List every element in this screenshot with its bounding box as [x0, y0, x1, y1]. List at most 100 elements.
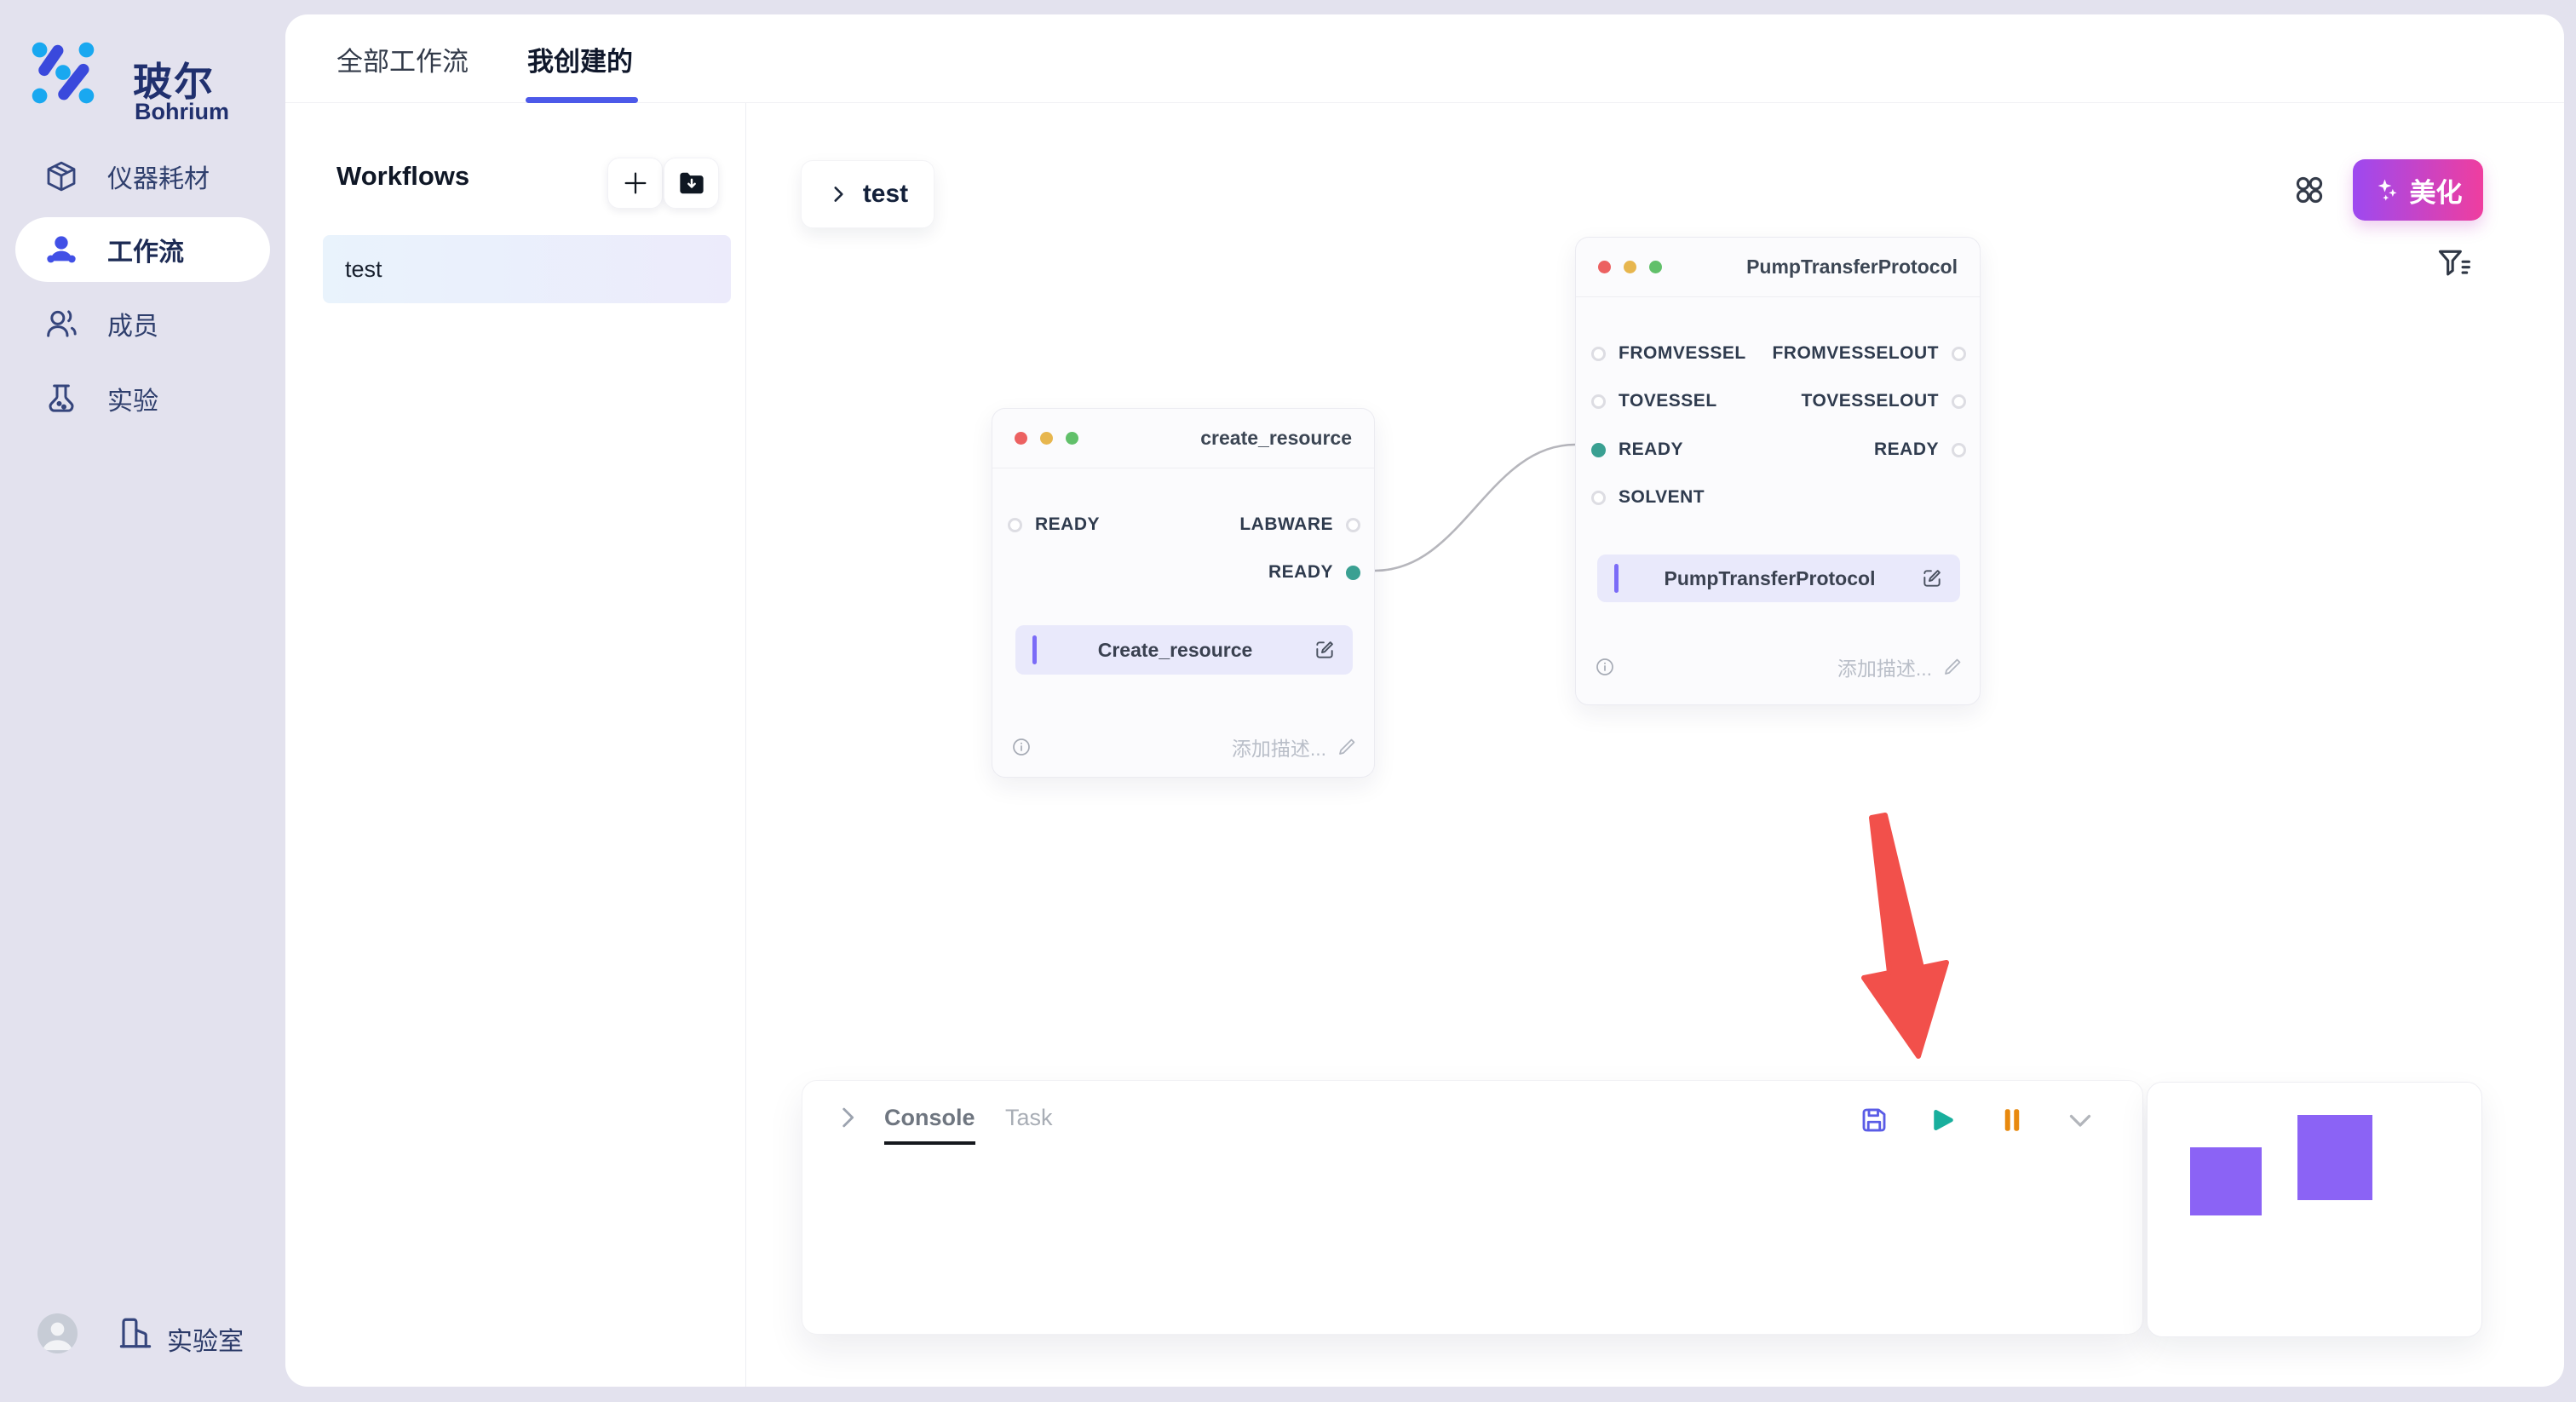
info-icon[interactable] — [1011, 737, 1032, 757]
flask-icon — [44, 382, 78, 416]
output-port-ready[interactable]: READY — [1874, 437, 1966, 463]
port-handle[interactable] — [1346, 518, 1360, 532]
add-description[interactable]: 添加描述... — [1232, 733, 1357, 761]
traffic-dot-red — [1015, 432, 1027, 445]
port-handle[interactable] — [1952, 443, 1966, 457]
node-title: create_resource — [1200, 427, 1352, 450]
port-handle[interactable] — [1591, 347, 1606, 361]
sidebar-item-instruments[interactable]: 仪器耗材 — [0, 150, 285, 203]
workflow-list-item-test[interactable]: test — [323, 235, 731, 303]
node-header: create_resource — [992, 409, 1374, 468]
node-footer: 添加描述... — [1011, 733, 1357, 761]
port-handle[interactable] — [1952, 394, 1966, 409]
traffic-dot-yellow — [1040, 432, 1053, 445]
output-port-labware[interactable]: LABWARE — [1239, 512, 1360, 537]
node-header: PumpTransferProtocol — [1576, 238, 1980, 297]
filter-icon — [2435, 245, 2473, 283]
brand-name-en: Bohrium — [135, 99, 229, 125]
input-port-ready[interactable]: READY — [1008, 512, 1100, 537]
avatar[interactable] — [37, 1313, 78, 1353]
sidebar-item-label: 实验 — [107, 380, 158, 417]
beautify-button[interactable]: 美化 — [2353, 159, 2483, 221]
node-action-pill[interactable]: Create_resource — [1015, 625, 1353, 675]
breadcrumb[interactable]: test — [801, 160, 934, 228]
edit-icon[interactable] — [1921, 567, 1943, 589]
tab-all-workflows[interactable]: 全部工作流 — [336, 40, 469, 78]
traffic-dots — [1015, 432, 1078, 445]
node-action-pill[interactable]: PumpTransferProtocol — [1597, 554, 1960, 602]
input-port-ready[interactable]: READY — [1591, 437, 1683, 463]
pause-button[interactable] — [1997, 1105, 2027, 1135]
plus-icon — [621, 169, 650, 198]
content-card: 全部工作流 我创建的 Workflows test test — [285, 14, 2564, 1387]
brand-logo: 玻尔 Bohrium — [24, 24, 279, 106]
input-port-tovessel[interactable]: TOVESSEL — [1591, 388, 1717, 414]
port-handle[interactable] — [1591, 491, 1606, 505]
sidebar-item-label: 仪器耗材 — [107, 158, 210, 195]
workflow-item-name: test — [345, 256, 382, 283]
port-handle[interactable] — [1591, 394, 1606, 409]
app-root: { "sidebar": { "brand": { "zh": "玻尔", "e… — [0, 0, 2576, 1402]
chevron-right-icon — [827, 183, 849, 205]
edit-icon[interactable] — [1314, 639, 1336, 661]
output-port-ready[interactable]: READY — [1268, 560, 1360, 585]
minimap-node-create-resource — [2190, 1147, 2262, 1215]
traffic-dot-red — [1598, 261, 1611, 273]
output-port-fromvesselout[interactable]: FROMVESSELOUT — [1772, 341, 1966, 366]
port-handle[interactable] — [1008, 518, 1022, 532]
chevron-down-icon[interactable] — [2065, 1105, 2096, 1135]
traffic-dot-yellow — [1624, 261, 1636, 273]
console-tab[interactable]: Console — [884, 1105, 975, 1145]
task-tab[interactable]: Task — [1005, 1105, 1053, 1131]
traffic-dot-green — [1066, 432, 1078, 445]
port-handle[interactable] — [1952, 347, 1966, 361]
input-port-fromvessel[interactable]: FROMVESSEL — [1591, 341, 1746, 366]
folder-download-icon — [677, 170, 706, 196]
layout-command-button[interactable] — [2291, 171, 2328, 209]
port-handle-connected[interactable] — [1591, 443, 1606, 457]
sidebar-item-label: 成员 — [107, 305, 158, 342]
port-handle-connected[interactable] — [1346, 566, 1360, 580]
input-port-solvent[interactable]: SOLVENT — [1591, 485, 1705, 510]
pencil-icon — [1942, 657, 1963, 677]
workflow-tabbar: 全部工作流 我创建的 — [285, 14, 2564, 103]
console-panel: Console Task — [802, 1080, 2143, 1335]
lab-switcher[interactable]: 实验室 — [167, 1320, 244, 1358]
tab-my-created[interactable]: 我创建的 — [527, 40, 633, 78]
traffic-dots — [1598, 261, 1662, 273]
sidebar-item-members[interactable]: 成员 — [0, 297, 285, 350]
people-icon — [44, 233, 78, 267]
panel-divider — [745, 103, 746, 1387]
minimap[interactable] — [2147, 1082, 2482, 1337]
filter-button[interactable] — [2435, 245, 2473, 283]
pill-label: PumpTransferProtocol — [1619, 567, 1921, 590]
flow-node-pump-transfer-protocol[interactable]: PumpTransferProtocol FROMVESSEL TOVESSEL… — [1575, 237, 1981, 705]
sidebar-item-workflow[interactable]: 工作流 — [0, 223, 285, 276]
flow-node-create-resource[interactable]: create_resource READY LABWARE READY Crea… — [992, 408, 1375, 778]
minimap-node-pump-transfer — [2297, 1115, 2372, 1200]
command-icon — [2291, 171, 2328, 209]
node-title: PumpTransferProtocol — [1746, 256, 1958, 279]
active-tab-underline — [526, 97, 638, 103]
output-port-tovesselout[interactable]: TOVESSELOUT — [1802, 388, 1966, 414]
run-button[interactable] — [1927, 1105, 1958, 1135]
node-footer: 添加描述... — [1595, 652, 1963, 681]
pill-label: Create_resource — [1037, 639, 1314, 662]
info-icon[interactable] — [1595, 657, 1615, 677]
package-icon — [44, 159, 78, 193]
sparkles-icon — [2374, 177, 2400, 203]
console-collapse-chevron-icon[interactable] — [833, 1103, 862, 1132]
traffic-dot-green — [1649, 261, 1662, 273]
add-workflow-button[interactable] — [607, 158, 663, 209]
bohrium-logo-icon — [24, 27, 102, 106]
workflows-panel-title: Workflows — [336, 161, 469, 192]
sidebar-item-experiments[interactable]: 实验 — [0, 372, 285, 425]
add-description[interactable]: 添加描述... — [1837, 652, 1963, 681]
person-icon — [37, 1313, 78, 1353]
save-button[interactable] — [1859, 1105, 1889, 1135]
users-icon — [44, 307, 78, 341]
import-workflow-button[interactable] — [664, 158, 719, 209]
sidebar: 玻尔 Bohrium 仪器耗材 工作流 — [0, 0, 285, 1402]
breadcrumb-label: test — [863, 180, 908, 209]
beautify-label: 美化 — [2410, 171, 2463, 210]
